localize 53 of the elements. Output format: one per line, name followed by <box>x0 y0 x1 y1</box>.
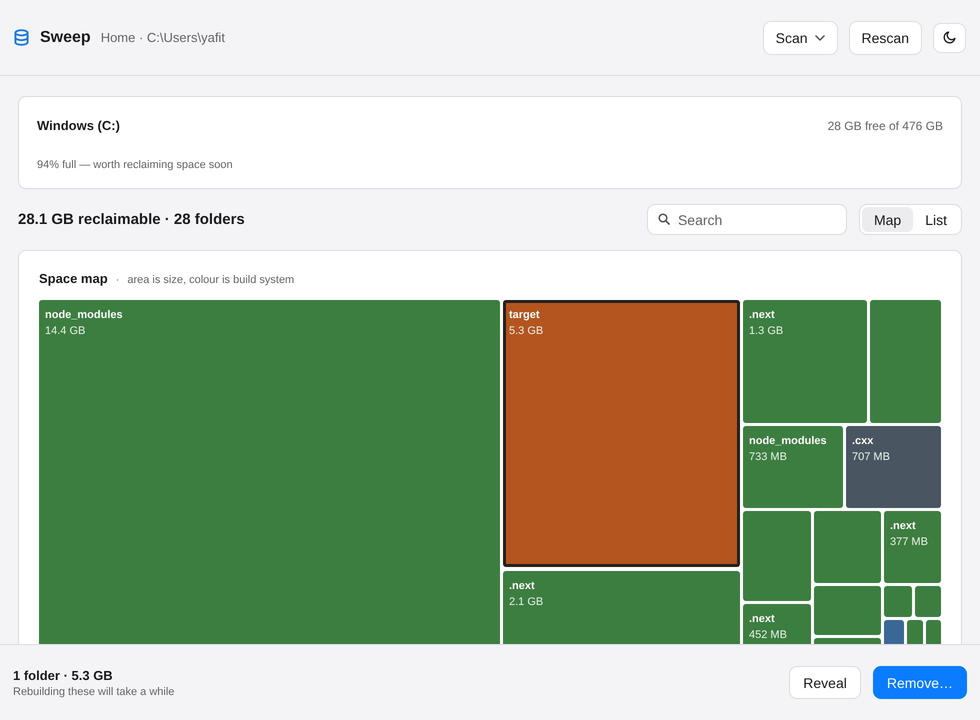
treemap-tile[interactable]: node_modules 733 MB <box>743 426 843 508</box>
treemap-tile[interactable] <box>814 511 881 583</box>
tile-size: 707 MB <box>852 451 890 463</box>
tile-name: .next <box>890 520 916 532</box>
reveal-button[interactable]: Reveal <box>789 666 861 699</box>
database-icon <box>14 29 29 46</box>
drive-free-space: 28 GB free of 476 GB <box>828 118 943 132</box>
tile-name: .next <box>749 613 775 625</box>
treemap-tile[interactable] <box>915 586 941 617</box>
moon-icon <box>943 31 956 44</box>
tile-size: 733 MB <box>749 451 787 463</box>
selection-hint: Rebuilding these will take a while <box>13 686 174 698</box>
search-icon <box>658 213 670 225</box>
map-caption: area is size, colour is build system <box>127 274 294 286</box>
tile-name: node_modules <box>45 309 123 321</box>
theme-toggle-button[interactable] <box>933 22 966 52</box>
tile-name: target <box>509 309 540 321</box>
scan-button[interactable]: Scan <box>762 20 838 54</box>
tile-name: node_modules <box>749 435 827 447</box>
selection-summary: 1 folder · 5.3 GB <box>13 668 114 682</box>
treemap-tile[interactable] <box>814 586 881 635</box>
view-tab[interactable]: Map <box>862 207 914 232</box>
treemap-tile[interactable] <box>884 586 912 617</box>
tile-name: .cxx <box>852 435 874 447</box>
rescan-button[interactable]: Rescan <box>848 20 922 54</box>
tile-size: 2.1 GB <box>509 596 544 608</box>
tile-name: .next <box>509 580 535 592</box>
treemap-tile[interactable]: .next 377 MB <box>884 511 941 583</box>
separator-dot: · <box>116 274 120 286</box>
treemap-tile[interactable] <box>870 300 941 423</box>
map-title: Space map <box>39 271 108 286</box>
tile-size: 14.4 GB <box>45 325 86 337</box>
treemap-tile[interactable]: .next 1.3 GB <box>743 300 867 423</box>
tile-size: 5.3 GB <box>509 325 544 337</box>
tile-name: .next <box>749 309 775 321</box>
tile-size: 452 MB <box>749 629 787 641</box>
tile-size: 377 MB <box>890 536 928 548</box>
search-field[interactable]: Search <box>646 204 847 235</box>
treemap-tile[interactable]: node_modules 14.4 GB <box>39 300 500 644</box>
drive-note: 94% full — worth reclaiming space soon <box>37 159 233 171</box>
treemap-tile[interactable]: target 5.3 GB <box>503 300 740 567</box>
app-name: Sweep <box>40 28 91 46</box>
treemap-tile[interactable]: .next 2.1 GB <box>503 571 740 644</box>
treemap-tile[interactable]: .next 452 MB <box>743 604 811 644</box>
remove-button[interactable]: Remove… <box>872 666 967 699</box>
breadcrumb: Home · C:\Users\yafit <box>100 30 225 45</box>
treemap-tile[interactable]: .cxx 707 MB <box>846 426 941 508</box>
tile-size: 1.3 GB <box>749 325 784 337</box>
treemap-tile[interactable] <box>743 511 811 601</box>
reclaimable-summary: 28.1 GB reclaimable · 28 folders <box>18 211 245 228</box>
view-tab[interactable]: List <box>913 207 959 232</box>
drive-name: Windows (C:) <box>37 118 120 133</box>
caret-icon <box>814 34 825 40</box>
